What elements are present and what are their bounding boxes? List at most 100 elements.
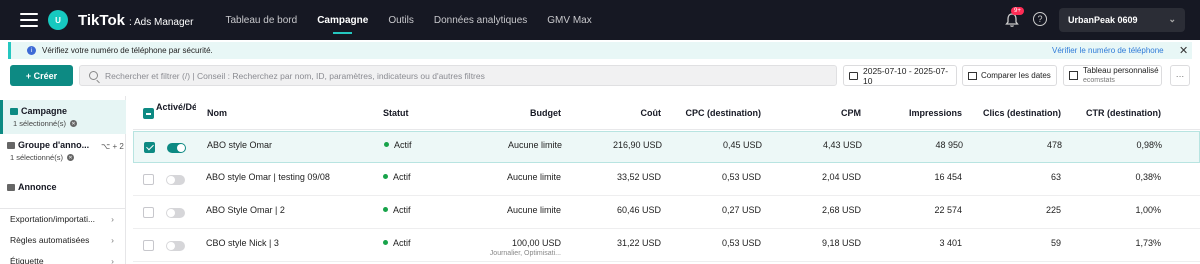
cost-cell: 216,90 USD bbox=[612, 140, 662, 150]
date-range-value: 2025-07-10 - 2025-07-10 bbox=[863, 65, 949, 86]
verify-phone-link[interactable]: Vérifier le numéro de téléphone bbox=[1052, 46, 1164, 55]
account-selector[interactable]: UrbanPeak 0609 ⌄ bbox=[1059, 8, 1185, 32]
cpm-cell: 9,18 USD bbox=[821, 238, 861, 248]
table-row[interactable]: CBO style Nick | 3 Actif 100,00 USD Jour… bbox=[133, 230, 1200, 262]
cpc-cell: 0,27 USD bbox=[721, 205, 761, 215]
sidebar-link-label: Exportation/importati... bbox=[10, 214, 96, 224]
row-checkbox[interactable] bbox=[144, 142, 155, 153]
status-cell: Actif bbox=[383, 172, 411, 182]
cpm-cell: 4,43 USD bbox=[822, 140, 862, 150]
row-toggle[interactable] bbox=[166, 208, 185, 218]
sidebar-link-export[interactable]: Exportation/importati... › bbox=[10, 214, 114, 224]
status-dot bbox=[383, 207, 388, 212]
row-toggle[interactable] bbox=[166, 175, 185, 185]
sidebar-item-campaign[interactable]: Campagne 1 sélectionné(s) ✕ bbox=[0, 100, 126, 134]
sidebar-campaign-label: Campagne bbox=[21, 106, 68, 116]
status-cell: Actif bbox=[383, 205, 411, 215]
custom-table-title: Tableau personnalisé bbox=[1083, 66, 1159, 75]
level-sidebar: Campagne 1 sélectionné(s) ✕ Groupe d'anno… bbox=[0, 96, 126, 264]
table-header: Activé/Désactivé Nom Statut Budget Coût … bbox=[133, 96, 1200, 130]
status-text: Actif bbox=[394, 140, 412, 150]
chevron-down-icon: ⌄ bbox=[1168, 14, 1176, 24]
header-name[interactable]: Nom bbox=[207, 108, 227, 118]
info-icon: i bbox=[27, 46, 36, 55]
ctr-cell: 1,00% bbox=[1135, 205, 1161, 215]
main-nav: Tableau de bord Campagne Outils Données … bbox=[215, 0, 601, 40]
status-text: Actif bbox=[393, 172, 411, 182]
nav-dashboard[interactable]: Tableau de bord bbox=[215, 0, 307, 40]
clear-selection-icon[interactable]: ✕ bbox=[69, 120, 77, 127]
cost-cell: 31,22 USD bbox=[616, 238, 661, 248]
clicks-cell: 59 bbox=[1050, 238, 1061, 248]
table-row[interactable]: ABO style Omar | testing 09/08 Actif Auc… bbox=[133, 164, 1200, 196]
sidebar-item-ad[interactable]: Annonce bbox=[0, 176, 126, 196]
search-placeholder: Rechercher et filtrer (/) | Conseil : Re… bbox=[105, 70, 485, 81]
row-toggle[interactable] bbox=[166, 241, 185, 251]
ad-icon bbox=[7, 183, 15, 191]
impressions-cell: 48 950 bbox=[935, 140, 963, 150]
cost-cell: 60,46 USD bbox=[616, 205, 661, 215]
campaign-name[interactable]: ABO Style Omar | 2 bbox=[206, 205, 285, 215]
campaign-name[interactable]: ABO style Omar bbox=[207, 140, 272, 150]
clear-selection-icon[interactable]: ✕ bbox=[66, 154, 74, 161]
sidebar-group-selected: 1 sélectionné(s) bbox=[10, 153, 63, 162]
avatar[interactable]: U bbox=[48, 10, 68, 30]
more-options-button[interactable]: ··· bbox=[1170, 65, 1190, 86]
header-budget[interactable]: Budget bbox=[461, 108, 561, 118]
sidebar-item-ad-group[interactable]: Groupe d'anno... 1 sélectionné(s) ✕ ⌥ + 2 bbox=[0, 134, 126, 164]
compare-dates-button[interactable]: Comparer les dates bbox=[962, 65, 1057, 86]
select-all-checkbox[interactable] bbox=[143, 108, 154, 119]
chevron-right-icon: › bbox=[111, 256, 114, 264]
budget-cell: Aucune limite bbox=[506, 172, 561, 182]
ctr-cell: 0,38% bbox=[1135, 172, 1161, 182]
cpc-cell: 0,45 USD bbox=[722, 140, 762, 150]
nav-analytics[interactable]: Données analytiques bbox=[424, 0, 537, 40]
nav-tools[interactable]: Outils bbox=[378, 0, 424, 40]
campaign-name[interactable]: ABO style Omar | testing 09/08 bbox=[206, 172, 330, 182]
app-logo[interactable]: TikTok : Ads Manager bbox=[78, 12, 193, 29]
status-cell: Actif bbox=[384, 140, 412, 150]
header-toggle[interactable]: Activé/Désactivé bbox=[156, 101, 196, 127]
menu-icon[interactable] bbox=[20, 13, 38, 27]
date-range-picker[interactable]: 2025-07-10 - 2025-07-10 bbox=[843, 65, 957, 86]
row-checkbox[interactable] bbox=[143, 174, 154, 185]
close-icon[interactable]: ✕ bbox=[1179, 44, 1188, 57]
row-checkbox[interactable] bbox=[143, 207, 154, 218]
search-input[interactable]: Rechercher et filtrer (/) | Conseil : Re… bbox=[79, 65, 837, 86]
impressions-cell: 22 574 bbox=[934, 205, 962, 215]
sidebar-link-label-tags[interactable]: Étiquette › bbox=[10, 256, 114, 264]
header-cpc[interactable]: CPC (destination) bbox=[651, 108, 762, 118]
campaign-name[interactable]: CBO style Nick | 3 bbox=[206, 238, 279, 248]
status-dot bbox=[384, 142, 389, 147]
cost-cell: 33,52 USD bbox=[616, 172, 661, 182]
sidebar-link-label: Étiquette bbox=[10, 256, 44, 264]
search-icon bbox=[89, 71, 98, 80]
sidebar-link-label: Règles automatisées bbox=[10, 235, 90, 245]
header-cost[interactable]: Coût bbox=[561, 108, 662, 118]
cpc-cell: 0,53 USD bbox=[721, 172, 761, 182]
brand-name: TikTok bbox=[78, 11, 125, 29]
sidebar-ad-label: Annonce bbox=[18, 182, 57, 192]
row-toggle[interactable] bbox=[167, 143, 186, 153]
impressions-cell: 3 401 bbox=[939, 238, 962, 248]
row-checkbox[interactable] bbox=[143, 240, 154, 251]
header-status[interactable]: Statut bbox=[383, 108, 409, 118]
table-row[interactable]: ABO Style Omar | 2 Actif Aucune limite 6… bbox=[133, 197, 1200, 229]
custom-table-button[interactable]: Tableau personnalisé ecomstats bbox=[1063, 65, 1162, 86]
budget-type: Journalier, Optimisati... bbox=[489, 250, 561, 257]
budget-cell: Aucune limite bbox=[506, 205, 561, 215]
sidebar-link-rules[interactable]: Règles automatisées › bbox=[10, 235, 114, 245]
status-text: Actif bbox=[393, 205, 411, 215]
create-button[interactable]: + Créer bbox=[10, 65, 73, 86]
nav-gmv-max[interactable]: GMV Max bbox=[537, 0, 601, 40]
nav-campaign[interactable]: Campagne bbox=[307, 0, 378, 40]
header-ctr[interactable]: CTR (destination) bbox=[1041, 108, 1161, 118]
cpm-cell: 2,04 USD bbox=[821, 172, 861, 182]
phone-verification-notice: i Vérifiez votre numéro de téléphone par… bbox=[8, 42, 1192, 59]
compare-icon bbox=[968, 71, 977, 80]
help-icon[interactable]: ? bbox=[1033, 12, 1047, 26]
header-cpm[interactable]: CPM bbox=[761, 108, 861, 118]
clicks-cell: 63 bbox=[1050, 172, 1061, 182]
ctr-cell: 1,73% bbox=[1135, 238, 1161, 248]
table-row[interactable]: ABO style Omar Actif Aucune limite 216,9… bbox=[133, 131, 1200, 163]
